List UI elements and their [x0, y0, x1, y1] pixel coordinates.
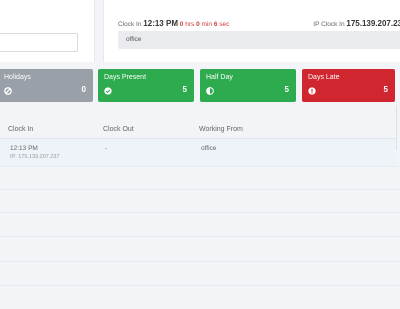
- column-working-from: Working From: [199, 126, 243, 133]
- table-row: [0, 212, 400, 236]
- clock-in-label: Clock In: [118, 21, 142, 28]
- row-clock-out: -: [105, 145, 108, 152]
- table-row: [0, 166, 400, 190]
- clock-in-panel: Clock In 12:13 PM 0 hrs 0 min 6 sec IP C…: [103, 0, 400, 62]
- half-day-label: Half Day: [206, 74, 233, 81]
- check-circle-icon: [104, 87, 112, 95]
- table-row: [0, 189, 400, 213]
- table-row: [0, 285, 400, 309]
- row-working-from: office: [201, 145, 217, 152]
- row-clock-in-ip: IP: 175.139.207.237: [10, 154, 60, 160]
- panel-divider: [396, 105, 397, 150]
- days-late-card: Days Late 5: [302, 69, 395, 102]
- holidays-label: Holidays: [4, 74, 31, 81]
- ban-icon: [4, 87, 12, 95]
- column-clock-in: Clock In: [8, 126, 34, 133]
- table-row: [0, 236, 400, 260]
- ip-clock-in: IP Clock In 175.139.207.23: [313, 19, 400, 28]
- days-present-label: Days Present: [104, 74, 147, 81]
- attendance-table-header: Clock In Clock Out Working From: [0, 124, 396, 138]
- search-input[interactable]: [0, 33, 78, 52]
- filter-panel: [0, 0, 95, 62]
- table-row: [0, 261, 400, 285]
- days-present-count: 5: [182, 85, 187, 94]
- table-row[interactable]: 12:13 PM IP: 175.139.207.237 - office: [0, 138, 396, 167]
- clock-in-time: 12:13 PM: [143, 19, 178, 28]
- exclamation-circle-icon: [308, 87, 316, 95]
- half-circle-icon: [206, 87, 214, 95]
- half-day-count: 5: [284, 85, 289, 94]
- ip-clock-in-label: IP Clock In: [313, 21, 345, 28]
- half-day-card: Half Day 5: [200, 69, 296, 102]
- holidays-count: 0: [81, 85, 86, 94]
- column-clock-out: Clock Out: [103, 126, 134, 133]
- working-from-value: office: [126, 36, 142, 43]
- days-present-card: Days Present 5: [98, 69, 194, 102]
- days-late-count: 5: [383, 85, 388, 94]
- clock-in-info: Clock In 12:13 PM 0 hrs 0 min 6 sec: [118, 19, 229, 28]
- holidays-card: Holidays 0: [0, 69, 93, 102]
- clock-duration: 0 hrs 0 min 6 sec: [179, 21, 230, 28]
- days-late-label: Days Late: [308, 74, 340, 81]
- row-clock-in: 12:13 PM: [10, 145, 38, 152]
- working-from-field[interactable]: office: [118, 31, 400, 49]
- ip-clock-in-value: 175.139.207.23: [346, 19, 400, 28]
